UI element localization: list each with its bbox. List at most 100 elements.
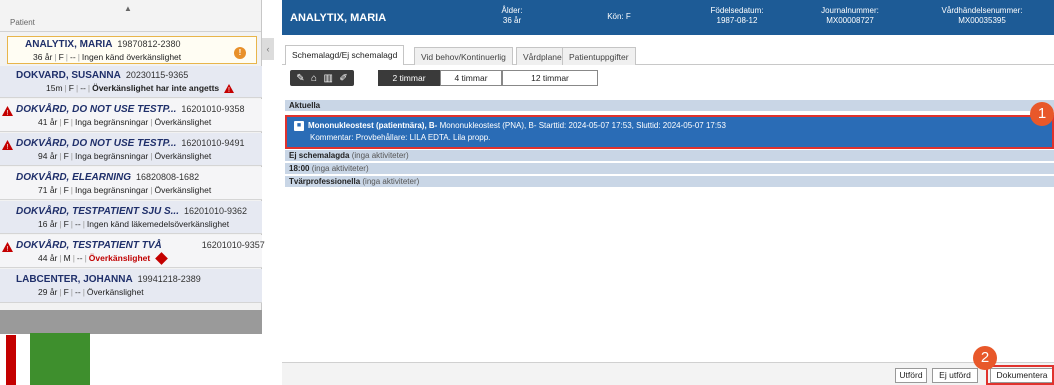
patient-name: LABCENTER, JOHANNA — [16, 274, 133, 285]
tab-patientuppgifter[interactable]: Patientuppgifter — [562, 47, 636, 65]
patient-age: 15m — [46, 83, 63, 93]
patient-dash: -- — [80, 83, 86, 93]
patient-row-analytix[interactable]: ANALYTIX, MARIA 19870812-2380 36 år | F | -- |… — [7, 36, 257, 64]
journal-value: MX00008727 — [826, 16, 874, 25]
section-label: Ej schemalagda — [289, 151, 350, 160]
patient-age: 36 år — [33, 52, 53, 62]
ej-utford-button[interactable]: Ej utförd — [932, 368, 978, 383]
patient-pnr: 19941218-2389 — [137, 274, 201, 284]
patient-row-dokvard-tva[interactable]: ! DOKVÅRD, TESTPATIENT TVÅ 16201010-9357 … — [0, 235, 265, 268]
patient-row-dokvard-testp-9491[interactable]: ! DOKVÅRD, DO NOT USE TESTP... 16201010-9… — [0, 133, 262, 166]
patient-name: ANALYTIX, MARIA — [25, 39, 113, 50]
svg-text:!: ! — [7, 110, 9, 116]
journal-label: Journalnummer: — [821, 6, 879, 15]
patient-age: 41 år — [38, 117, 58, 127]
patient-pnr: 16201010-9357 — [201, 240, 265, 250]
header-age: Ålder: 36 år — [487, 6, 537, 26]
patient-restriction-info: Inga begränsningar — [75, 117, 149, 127]
patient-sex: F — [63, 287, 69, 297]
time-12h-button[interactable]: 12 timmar — [502, 70, 598, 86]
warning-triangle-icon: ! — [2, 106, 13, 116]
patient-row-dokvard-elearning[interactable]: DOKVÅRD, ELEARNING 16820808-1682 71 år | F |… — [0, 167, 262, 200]
patient-dash: -- — [75, 219, 81, 229]
tab-bar: Schemalagd/Ej schemalagd Vid behov/Konti… — [282, 45, 1054, 65]
patient-sex: M — [63, 253, 71, 263]
svg-text:!: ! — [228, 87, 230, 93]
tab-schemalagd[interactable]: Schemalagd/Ej schemalagd — [285, 45, 405, 65]
status-red-bar — [6, 335, 16, 385]
event-value: MX00035395 — [958, 16, 1006, 25]
patient-header: ANALYTIX, MARIA Ålder: 36 år Kön: F Föde… — [282, 0, 1054, 35]
header-event: Vårdhändelsenummer: MX00035395 — [932, 6, 1032, 26]
patient-pnr: 16201010-9362 — [183, 206, 248, 216]
dob-label: Födelsedatum: — [710, 6, 764, 15]
patient-age: 16 år — [38, 219, 58, 229]
patient-sex: F — [63, 151, 69, 161]
list-footer-bar — [0, 310, 262, 334]
patient-sex: F — [63, 117, 69, 127]
patient-allergy-info: Överkänslighet — [154, 151, 212, 161]
scroll-up-icon[interactable]: ▲ — [124, 4, 132, 13]
section-ej-schemalagda[interactable]: Ej schemalagda (inga aktiviteter) — [285, 150, 1054, 161]
patient-row-dokvard-testp-9358[interactable]: ! DOKVÅRD, DO NOT USE TESTP... 16201010-9… — [0, 99, 262, 132]
patient-row-dokvard-sju[interactable]: DOKVÅRD, TESTPATIENT SJU S... 16201010-93… — [0, 201, 262, 234]
patient-restriction-info: Inga begränsningar — [75, 185, 149, 195]
svg-text:!: ! — [7, 246, 9, 252]
patient-name: DOKVÅRD, DO NOT USE TESTP... — [16, 138, 177, 149]
patient-row-dokvard-susanna[interactable]: DOKVARD, SUSANNA 20230115-9365 15m | F | -- | Ö… — [0, 66, 262, 98]
age-label: Ålder: — [501, 6, 523, 15]
patient-restriction-info: Inga begränsningar — [75, 151, 149, 161]
patient-name: DOKVÅRD, DO NOT USE TESTP... — [16, 104, 177, 115]
section-note: (inga aktiviteter) — [362, 177, 420, 186]
header-sex: Kön: F — [607, 12, 631, 21]
action-footer: Utförd Ej utförd Dokumentera — [282, 362, 1054, 385]
patient-dash: -- — [70, 52, 76, 62]
patient-list-title: Patient — [10, 18, 35, 27]
edit-icon[interactable]: ✐ — [339, 73, 347, 84]
section-aktuella-label: Aktuella — [289, 101, 321, 110]
patient-pnr: 20230115-9365 — [125, 70, 189, 80]
patient-allergy-info: Ingen känd överkänslighet — [81, 52, 182, 62]
alert-dot-icon[interactable]: ! — [234, 47, 246, 59]
warning-triangle-icon: ! — [2, 242, 13, 252]
highlight-box-dokumentera — [986, 365, 1054, 385]
section-note: (inga aktiviteter) — [311, 164, 369, 173]
svg-text:!: ! — [7, 144, 9, 150]
time-2h-button[interactable]: 2 timmar — [378, 70, 440, 86]
patient-dash: -- — [75, 287, 81, 297]
patient-allergy-info: Överkänslighet — [154, 117, 212, 127]
patient-row-labcenter-johanna[interactable]: LABCENTER, JOHANNA 19941218-2389 29 år | F |… — [0, 269, 262, 303]
header-journal: Journalnummer: MX00008727 — [810, 6, 890, 26]
tab-vid-behov[interactable]: Vid behov/Kontinuerlig — [414, 47, 513, 65]
event-label: Vårdhändelsenummer: — [941, 6, 1023, 15]
section-tvarprofessionella[interactable]: Tvärprofessionella (inga aktiviteter) — [285, 176, 1054, 187]
warning-triangle-icon: ! — [223, 84, 234, 94]
status-green-block — [30, 333, 90, 385]
syringe-icon[interactable]: ✎ — [296, 73, 304, 84]
section-label: 18:00 — [289, 164, 310, 173]
section-aktuella[interactable]: Aktuella — [285, 100, 1054, 111]
patient-list-header: ▲ Patient — [0, 0, 261, 32]
patient-allergy-info: Överkänslighet — [154, 185, 212, 195]
patient-age: 44 år — [38, 253, 58, 263]
patient-pnr: 16820808-1682 — [136, 172, 200, 182]
patient-name: DOKVÅRD, ELEARNING — [16, 172, 132, 183]
patient-sex: F — [63, 185, 69, 195]
patient-sex: F — [58, 52, 64, 62]
header-patient-name: ANALYTIX, MARIA — [290, 12, 387, 24]
trash-icon[interactable]: ▥ — [323, 73, 332, 84]
section-1800[interactable]: 18:00 (inga aktiviteter) — [285, 163, 1054, 174]
section-label: Tvärprofessionella — [289, 177, 361, 186]
collapse-panel-button[interactable]: ‹ — [262, 38, 274, 60]
lock-icon[interactable]: ⌂ — [311, 73, 317, 84]
patient-list-panel: ▲ Patient ANALYTIX, MARIA 19870812-2380 3… — [0, 0, 274, 385]
highlight-box-activity — [285, 115, 1054, 149]
header-dob: Födelsedatum: 1987-08-12 — [702, 6, 772, 26]
patient-allergy-info: Ingen känd läkemedelsöverkänslighet — [86, 219, 230, 229]
time-4h-button[interactable]: 4 timmar — [440, 70, 502, 86]
patient-pnr: 19870812-2380 — [117, 39, 181, 49]
utford-button[interactable]: Utförd — [895, 368, 927, 383]
patient-allergy-info: Överkänslighet har inte angetts — [92, 83, 220, 93]
patient-name: DOKVÅRD, TESTPATIENT TVÅ — [16, 240, 162, 251]
patient-sex: F — [68, 83, 74, 93]
